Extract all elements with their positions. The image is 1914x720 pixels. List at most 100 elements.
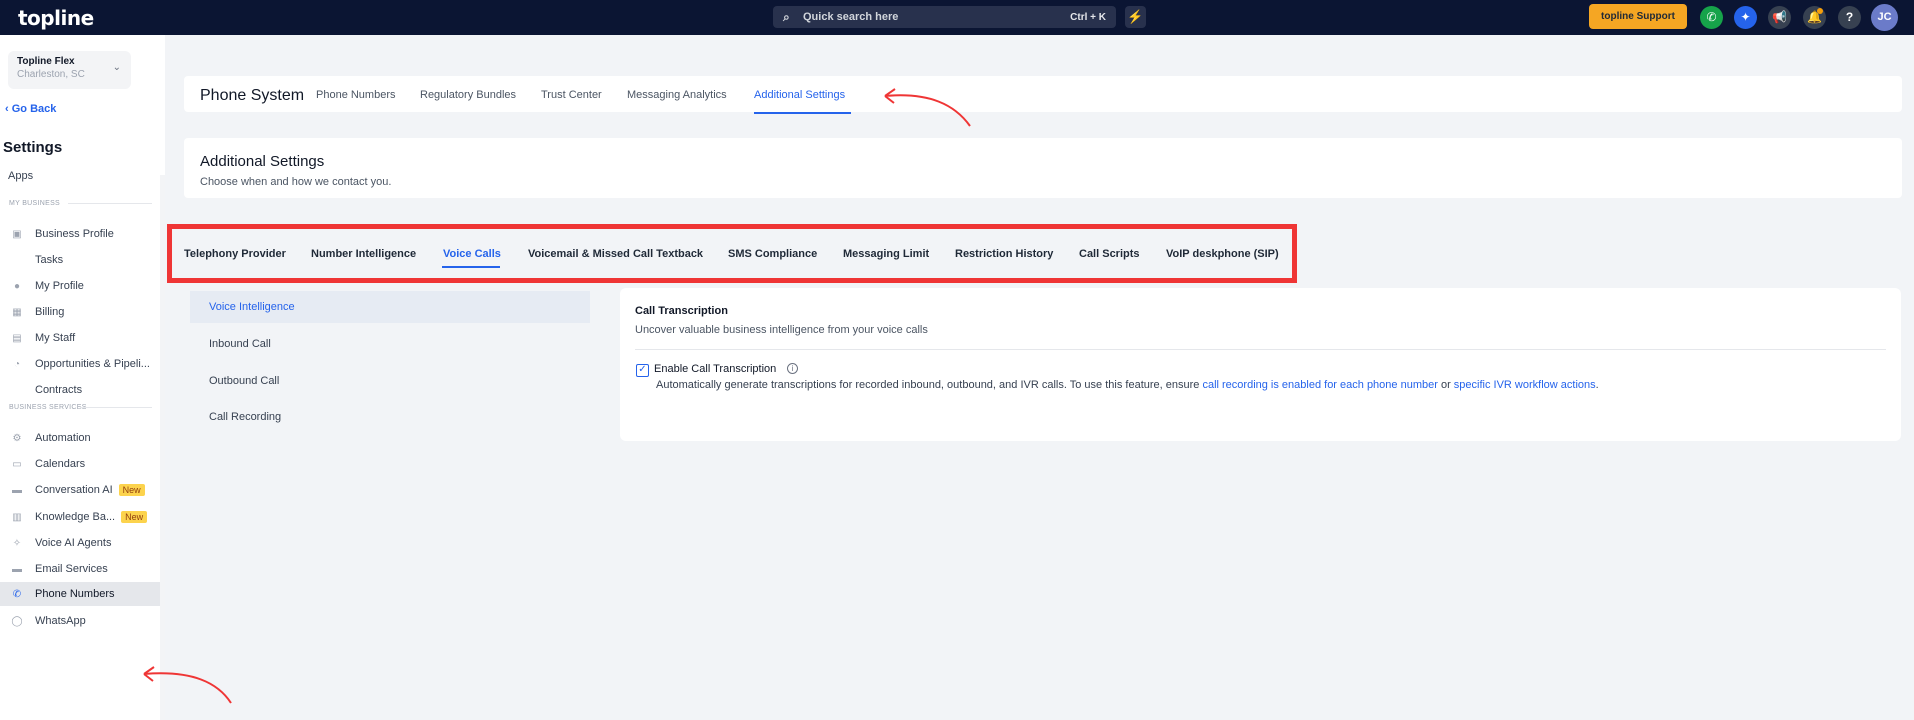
grid-icon: ▦ xyxy=(12,306,22,318)
menu-outbound-call[interactable]: Outbound Call xyxy=(190,365,590,397)
divider xyxy=(635,349,1886,350)
sidebar-item-label: WhatsApp xyxy=(35,615,86,627)
briefcase-icon: ▣ xyxy=(12,228,22,240)
call-recording-link[interactable]: call recording is enabled for each phone… xyxy=(1202,379,1437,391)
desc-text: or xyxy=(1437,379,1454,391)
menu-inbound-call[interactable]: Inbound Call xyxy=(190,328,590,360)
menu-call-recording[interactable]: Call Recording xyxy=(190,401,590,433)
ivr-workflow-link[interactable]: specific IVR workflow actions xyxy=(1454,379,1596,391)
section-business-services: BUSINESS SERVICES xyxy=(9,404,87,411)
card-title: Call Transcription xyxy=(635,305,728,317)
sidebar-item-label: Email Services xyxy=(35,563,108,575)
sidebar-item-apps[interactable]: Apps xyxy=(8,170,33,182)
checkbox-label: Enable Call Transcription xyxy=(654,363,777,375)
help-icon[interactable]: ? xyxy=(1838,6,1861,29)
section-my-business: MY BUSINESS xyxy=(9,200,61,207)
sidebar-item-tasks[interactable]: Tasks xyxy=(10,252,160,268)
sidebar-item-label: Business Profile xyxy=(35,228,114,240)
sidebar-item-opportunities[interactable]: ◔ Opportunities & Pipeli... xyxy=(10,356,160,372)
sidebar-item-conversation-ai[interactable]: ▬ Conversation AI New xyxy=(10,482,160,498)
location-city: Charleston, SC xyxy=(17,69,85,80)
sidebar-item-label: Billing xyxy=(35,306,65,318)
sidebar-item-label: My Staff xyxy=(35,332,76,344)
new-badge: New xyxy=(121,511,148,523)
location-switcher[interactable]: Topline Flex Charleston, SC ⌄ xyxy=(8,51,131,89)
sidebar-item-label: Opportunities & Pipeli... xyxy=(35,358,150,370)
section-subtitle: Choose when and how we contact you. xyxy=(200,176,392,188)
email-icon: ▬ xyxy=(12,563,22,575)
sidebar-item-contracts[interactable]: Contracts xyxy=(10,382,160,398)
support-button[interactable]: topline Support xyxy=(1589,4,1687,29)
checkbox-description: Automatically generate transcriptions fo… xyxy=(656,379,1599,391)
sidebar-item-label: Tasks xyxy=(35,254,64,266)
book-icon: ▥ xyxy=(12,511,22,523)
tab-messaging-analytics[interactable]: Messaging Analytics xyxy=(627,89,727,101)
sidebar-item-my-profile[interactable]: ● My Profile xyxy=(10,278,160,294)
menu-voice-intelligence[interactable]: Voice Intelligence xyxy=(190,291,590,323)
megaphone-icon[interactable]: 📢 xyxy=(1768,6,1791,29)
desc-text: Automatically generate transcriptions fo… xyxy=(656,379,1203,391)
sidebar-item-my-staff[interactable]: ▤ My Staff xyxy=(10,330,160,346)
sidebar-item-knowledge-base[interactable]: ▥ Knowledge Ba... New xyxy=(10,509,160,525)
user-icon: ● xyxy=(13,280,21,292)
whatsapp-icon: ◯ xyxy=(11,615,23,627)
phone-system-header: Phone System Phone Numbers Regulatory Bu… xyxy=(184,76,1902,114)
subtab-telephony-provider[interactable]: Telephony Provider xyxy=(184,248,286,260)
sidebar-item-label: Voice AI Agents xyxy=(35,537,112,549)
search-icon: ⌕ xyxy=(783,9,790,24)
additional-settings-header: Additional Settings Choose when and how … xyxy=(184,138,1902,198)
subtab-voice-calls[interactable]: Voice Calls xyxy=(443,248,501,260)
sidebar-item-label: Automation xyxy=(35,432,91,444)
card-subtitle: Uncover valuable business intelligence f… xyxy=(635,324,928,336)
sidebar-item-phone-numbers[interactable]: ✆ Phone Numbers xyxy=(0,582,160,606)
sidebar-item-business-profile[interactable]: ▣ Business Profile xyxy=(10,226,160,242)
call-transcription-card: Call Transcription Uncover valuable busi… xyxy=(620,288,1901,441)
gears-icon: ⚙ xyxy=(12,432,22,444)
subtab-messaging-limit[interactable]: Messaging Limit xyxy=(843,248,929,260)
info-icon[interactable]: i xyxy=(787,363,798,374)
subtab-voicemail[interactable]: Voicemail & Missed Call Textback xyxy=(528,248,703,260)
search-placeholder: Quick search here xyxy=(803,11,899,23)
sidebar-scrollbar[interactable] xyxy=(160,175,165,720)
subtab-voip-deskphone[interactable]: VoIP deskphone (SIP) xyxy=(1166,248,1279,260)
avatar[interactable]: JC xyxy=(1871,4,1898,31)
subtab-sms-compliance[interactable]: SMS Compliance xyxy=(728,248,817,260)
sidebar-item-label: My Profile xyxy=(35,280,84,292)
topline-logo[interactable]: topline xyxy=(18,6,94,30)
sparkle-icon[interactable]: ✦ xyxy=(1734,6,1757,29)
tab-trust-center[interactable]: Trust Center xyxy=(541,89,602,101)
active-subtab-underline xyxy=(442,266,500,268)
subtab-call-scripts[interactable]: Call Scripts xyxy=(1079,248,1140,260)
quick-search[interactable]: ⌕ Quick search here Ctrl + K xyxy=(773,6,1116,28)
bell-icon[interactable]: 🔔 xyxy=(1803,6,1826,29)
chat-icon: ▬ xyxy=(12,484,22,496)
notification-dot xyxy=(1817,8,1823,14)
sidebar-item-whatsapp[interactable]: ◯ WhatsApp xyxy=(10,613,160,629)
lightning-icon[interactable]: ⚡ xyxy=(1125,6,1146,28)
voice-ai-icon: ✧ xyxy=(12,537,22,549)
sidebar-item-automation[interactable]: ⚙ Automation xyxy=(10,430,160,446)
tab-additional-settings[interactable]: Additional Settings xyxy=(754,89,845,101)
settings-heading: Settings xyxy=(3,139,63,156)
sidebar-item-voice-ai-agents[interactable]: ✧ Voice AI Agents xyxy=(10,535,160,551)
go-back-link[interactable]: ‹ Go Back xyxy=(5,103,56,115)
sidebar: Topline Flex Charleston, SC ⌄ ‹ Go Back … xyxy=(0,35,165,720)
top-bar: topline ⌕ Quick search here Ctrl + K ⚡ t… xyxy=(0,0,1914,35)
tab-regulatory-bundles[interactable]: Regulatory Bundles xyxy=(420,89,516,101)
enable-transcription-checkbox[interactable]: ✓ xyxy=(636,364,649,377)
sidebar-item-email-services[interactable]: ▬ Email Services xyxy=(10,561,160,577)
subtab-number-intelligence[interactable]: Number Intelligence xyxy=(311,248,416,260)
staff-icon: ▤ xyxy=(12,332,22,344)
desc-text: . xyxy=(1595,379,1599,391)
sidebar-item-label: Phone Numbers xyxy=(35,588,115,600)
phone-icon: ✆ xyxy=(12,588,22,600)
tab-phone-numbers[interactable]: Phone Numbers xyxy=(316,89,396,101)
sidebar-item-calendars[interactable]: ▭ Calendars xyxy=(10,456,160,472)
page-title: Phone System xyxy=(200,87,305,104)
sidebar-item-billing[interactable]: ▦ Billing xyxy=(10,304,160,320)
location-name: Topline Flex xyxy=(17,56,75,67)
phone-icon[interactable]: ✆ xyxy=(1700,6,1723,29)
pipeline-icon: ◔ xyxy=(13,358,21,370)
sidebar-item-label: Conversation AI xyxy=(35,484,113,496)
subtab-restriction-history[interactable]: Restriction History xyxy=(955,248,1053,260)
